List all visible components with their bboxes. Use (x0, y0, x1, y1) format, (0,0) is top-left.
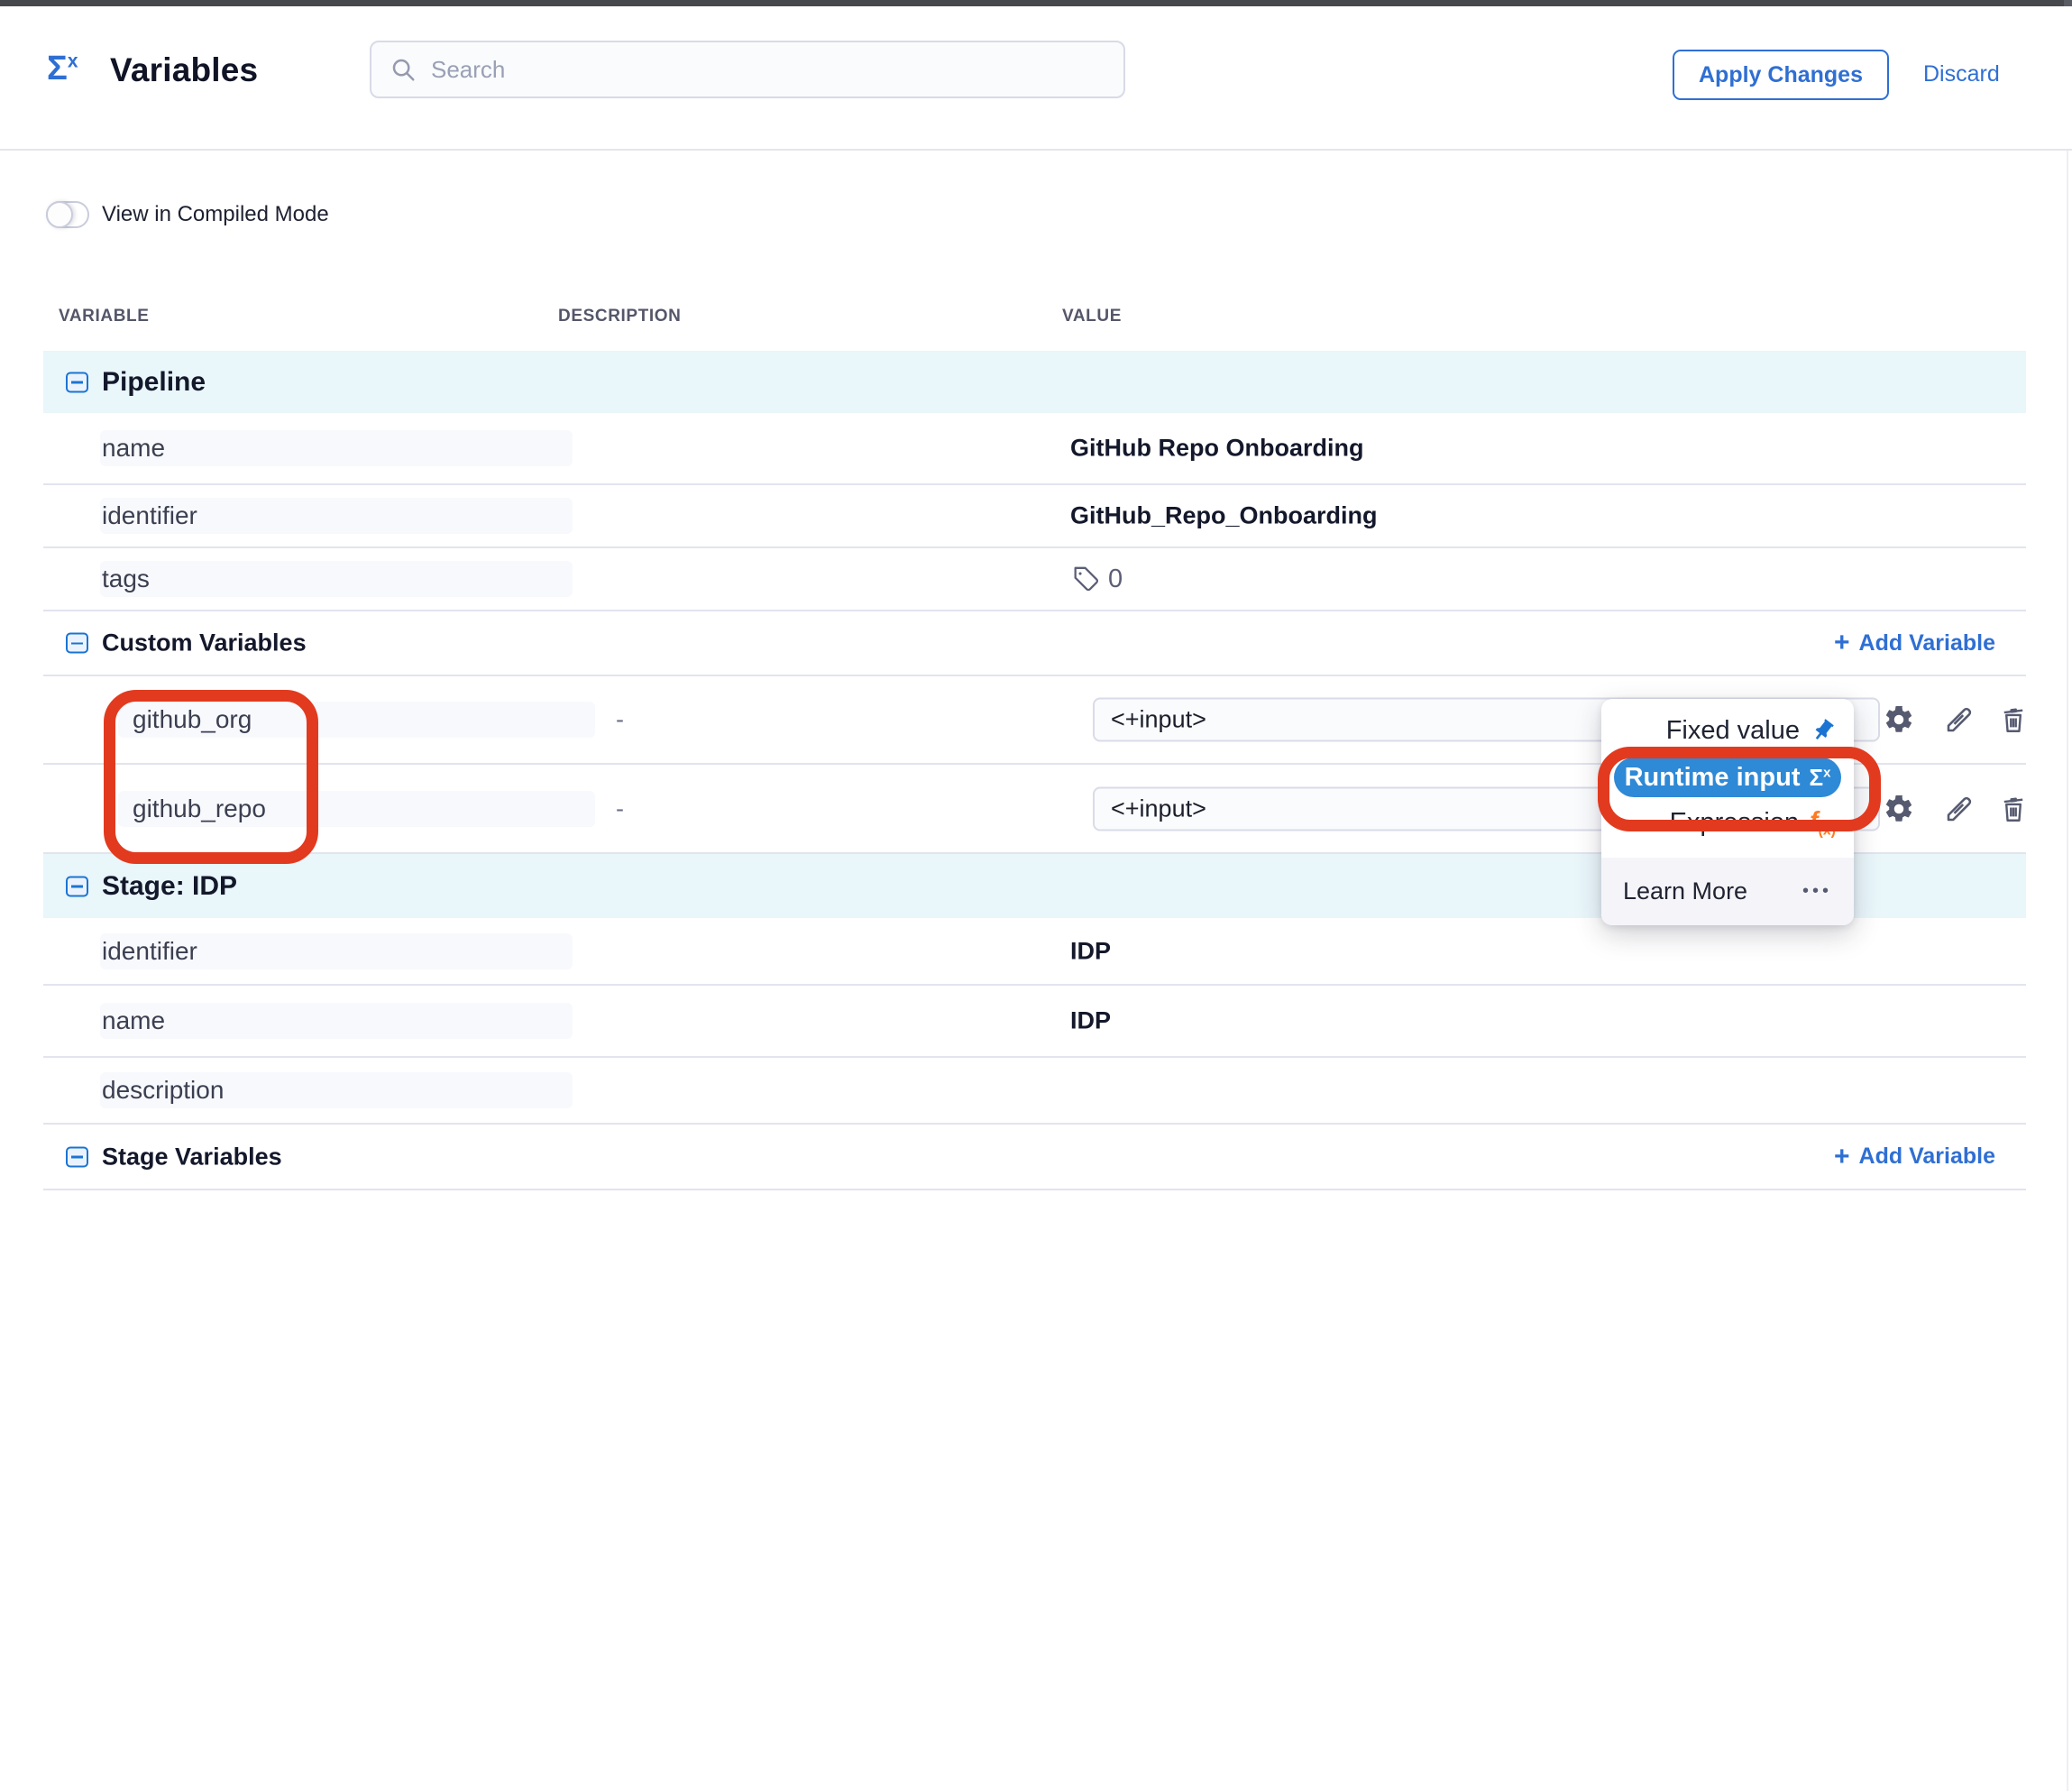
row-value: GitHub Repo Onboarding (1070, 435, 1363, 463)
table-row-tags: tags 0 (43, 548, 2026, 611)
variable-description: - (616, 794, 624, 822)
search-icon (390, 56, 417, 83)
column-header-variable: VARIABLE (59, 307, 150, 326)
scrollbar-track (2067, 6, 2068, 1791)
delete-trash-icon[interactable] (1995, 702, 2031, 738)
plus-icon: + (1834, 629, 1850, 657)
column-header-value: VALUE (1062, 307, 1122, 326)
collapse-minus-icon[interactable] (66, 372, 88, 392)
menu-item-runtime-input[interactable]: Runtime input Σx (1614, 758, 1841, 797)
collapse-minus-icon[interactable] (66, 633, 88, 654)
edit-pencil-icon[interactable] (1941, 702, 1977, 738)
table-row-stage-identifier: identifier IDP (43, 918, 2026, 986)
variable-name: github_repo (133, 794, 266, 823)
page-title: Variables (110, 51, 258, 89)
toggle-knob (46, 201, 73, 228)
subsection-row-stage-variables: Stage Variables + Add Variable (43, 1125, 2026, 1190)
window-top-bar (0, 0, 2072, 6)
tags-value: 0 (1070, 564, 1123, 594)
tag-icon (1070, 564, 1101, 594)
add-variable-button[interactable]: + Add Variable (1834, 1143, 1995, 1171)
section-row-pipeline: Pipeline (43, 351, 2026, 413)
row-label: name (102, 434, 165, 463)
search-box (370, 41, 1125, 98)
runtime-input-logo-icon: Σx (47, 50, 78, 88)
row-label: identifier (102, 501, 197, 530)
menu-footer: Learn More ••• (1601, 858, 1854, 925)
row-label: name (102, 1006, 165, 1035)
row-value: IDP (1070, 1007, 1111, 1035)
apply-changes-button[interactable]: Apply Changes (1673, 50, 1889, 100)
expression-fx-icon: f(x) (1810, 806, 1836, 840)
table-row-stage-description: description (43, 1058, 2026, 1125)
edit-pencil-icon[interactable] (1941, 791, 1977, 827)
label-background (100, 1003, 573, 1039)
runtime-input-sigma-icon: Σx (1809, 764, 1830, 792)
table-row-name: name GitHub Repo Onboarding (43, 413, 2026, 485)
add-variable-label: Add Variable (1859, 630, 1995, 657)
table-row-stage-name: name IDP (43, 986, 2026, 1058)
learn-more-link[interactable]: Learn More (1623, 877, 1747, 905)
more-options-icon[interactable]: ••• (1802, 881, 1832, 902)
row-value: IDP (1070, 937, 1111, 965)
collapse-minus-icon[interactable] (66, 1146, 88, 1167)
settings-gear-icon[interactable] (1881, 702, 1917, 738)
plus-icon: + (1834, 1143, 1850, 1171)
row-label: identifier (102, 937, 197, 966)
settings-gear-icon[interactable] (1881, 791, 1917, 827)
menu-item-expression[interactable]: Expression f(x) (1601, 802, 1854, 843)
menu-item-label: Runtime input (1625, 763, 1801, 793)
variables-panel: Σx Variables Apply Changes Discard View … (0, 0, 2072, 1791)
add-variable-button[interactable]: + Add Variable (1834, 629, 1995, 657)
subsection-row-custom-variables: Custom Variables + Add Variable (43, 611, 2026, 676)
delete-trash-icon[interactable] (1995, 791, 2031, 827)
menu-item-fixed-value[interactable]: Fixed value (1601, 710, 1854, 751)
subsection-label: Custom Variables (102, 629, 307, 657)
discard-button[interactable]: Discard (1923, 61, 2000, 87)
pin-icon (1805, 712, 1840, 748)
variable-name: github_org (133, 705, 252, 734)
row-label: tags (102, 565, 150, 593)
label-background (100, 430, 573, 466)
section-label: Stage: IDP (102, 871, 237, 902)
table-row-identifier: identifier GitHub_Repo_Onboarding (43, 485, 2026, 548)
menu-item-label: Expression (1670, 808, 1799, 838)
collapse-minus-icon[interactable] (66, 876, 88, 896)
compiled-mode-toggle[interactable] (46, 201, 89, 228)
label-background (100, 561, 573, 597)
compiled-mode-label: View in Compiled Mode (102, 202, 329, 227)
tag-count: 0 (1108, 565, 1123, 594)
value-type-dropdown: Fixed value Runtime input Σx Expression … (1601, 699, 1854, 925)
row-label: description (102, 1076, 224, 1105)
subsection-label: Stage Variables (102, 1143, 282, 1171)
search-input[interactable] (429, 55, 1100, 85)
variable-description: - (616, 706, 624, 734)
column-header-description: DESCRIPTION (558, 307, 681, 326)
section-label: Pipeline (102, 367, 206, 398)
row-value: GitHub_Repo_Onboarding (1070, 502, 1378, 530)
add-variable-label: Add Variable (1859, 1143, 1995, 1170)
menu-item-label: Fixed value (1666, 716, 1800, 746)
